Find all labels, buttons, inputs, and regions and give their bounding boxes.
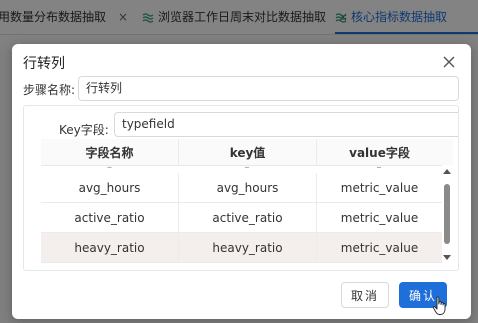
table-scrollbar[interactable]	[442, 165, 453, 264]
table-cell: heavy_ratio	[74, 240, 145, 255]
row-to-column-dialog: 行转列 步骤名称: 行转列 Key字段: typefield 字段名称 key值…	[12, 44, 471, 319]
table-cell: –	[376, 165, 382, 173]
column-header-field-name: 字段名称	[85, 145, 134, 160]
table-cell: metric_value	[316, 233, 442, 262]
step-name-input[interactable]: 行转列	[78, 76, 459, 101]
column-header-key-value: key值	[178, 139, 316, 165]
table-cell: –	[244, 165, 250, 173]
table-cell: avg_hours	[78, 180, 141, 195]
cancel-button[interactable]: 取消	[341, 282, 389, 308]
field-table: 字段名称 key值 value字段 – – – avg_hours avg_ho…	[41, 139, 453, 264]
key-field-label: Key字段:	[59, 123, 109, 137]
table-cell: active_ratio	[178, 203, 316, 232]
table-row[interactable]: avg_hours avg_hours metric_value	[41, 173, 453, 203]
chevron-down-icon[interactable]	[443, 255, 451, 260]
table-row-selected[interactable]: heavy_ratio heavy_ratio metric_value	[41, 233, 453, 263]
close-icon[interactable]	[441, 54, 457, 70]
table-cell: metric_value	[316, 173, 442, 202]
chevron-up-icon[interactable]	[443, 169, 451, 174]
table-header: 字段名称 key值 value字段	[41, 139, 453, 166]
table-cell: active_ratio	[74, 210, 145, 225]
scrollbar-thumb[interactable]	[444, 184, 450, 244]
table-cell: –	[107, 165, 112, 173]
key-field-input[interactable]: typefield	[114, 112, 458, 137]
step-name-label: 步骤名称:	[23, 83, 76, 97]
dialog-title: 行转列	[23, 56, 65, 72]
hand-cursor-icon	[432, 296, 446, 315]
table-row-partial: – – –	[41, 165, 453, 173]
table-cell: avg_hours	[178, 173, 316, 202]
config-panel: Key字段: typefield 字段名称 key值 value字段 – – –…	[23, 105, 459, 271]
table-cell: heavy_ratio	[178, 233, 316, 262]
table-cell: metric_value	[316, 203, 442, 232]
table-row[interactable]: active_ratio active_ratio metric_value	[41, 203, 453, 233]
column-header-value-field: value字段	[316, 139, 442, 165]
